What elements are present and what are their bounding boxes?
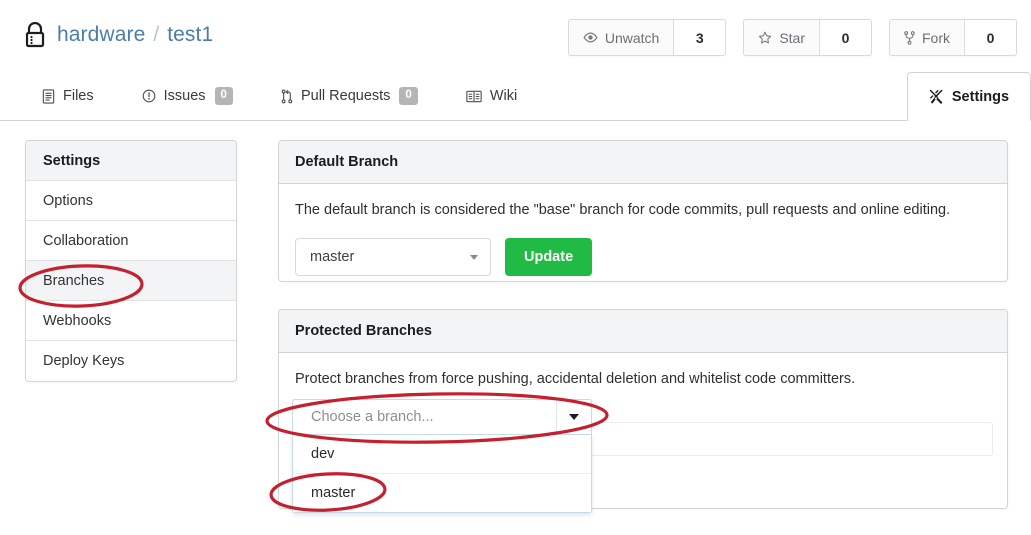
fork-button[interactable]: Fork 0 [889, 19, 1017, 56]
fork-button-main[interactable]: Fork [890, 20, 964, 55]
tab-wiki[interactable]: Wiki [466, 72, 517, 120]
tab-files-label: Files [63, 88, 94, 104]
repo-breadcrumb: hardware / test1 [24, 18, 213, 52]
file-text-icon [42, 88, 55, 104]
default-branch-select-value: master [310, 249, 355, 265]
tab-issues[interactable]: Issues 0 [142, 72, 233, 120]
star-button-main[interactable]: Star [744, 20, 819, 55]
tab-settings-label: Settings [951, 88, 1010, 105]
sidebar-item-options[interactable]: Options [26, 181, 236, 221]
tab-settings[interactable]: Settings [907, 72, 1031, 121]
repo-name-link[interactable]: test1 [167, 23, 213, 47]
repo-action-buttons: Unwatch 3 Star 0 Fork 0 [551, 19, 1017, 56]
watch-button-main[interactable]: Unwatch [568, 20, 674, 55]
tab-pull-requests-label: Pull Requests [300, 88, 391, 104]
tab-pull-requests[interactable]: Pull Requests 0 [281, 72, 418, 120]
protected-branches-panel-title: Protected Branches [279, 310, 1007, 353]
tab-files[interactable]: Files [42, 72, 94, 120]
sidebar-header: Settings [26, 141, 236, 181]
star-button[interactable]: Star 0 [743, 19, 872, 56]
sidebar-item-webhooks[interactable]: Webhooks [26, 301, 236, 341]
tab-wiki-label: Wiki [489, 88, 518, 104]
tab-issues-label: Issues [163, 88, 206, 104]
star-button-label: Star [779, 29, 805, 46]
branch-dropdown-trigger[interactable]: Choose a branch... [292, 399, 592, 435]
repo-nav-items: Files Issues 0 Pull Requests 0 Wiki [42, 72, 565, 120]
fork-button-label: Fork [922, 29, 950, 46]
breadcrumb-separator: / [153, 23, 160, 46]
branch-option-master[interactable]: master [293, 473, 591, 512]
book-icon [466, 90, 482, 103]
chevron-down-icon[interactable] [556, 400, 591, 434]
update-default-branch-button[interactable]: Update [505, 238, 593, 276]
repo-nav-bar: Files Issues 0 Pull Requests 0 Wiki Sett… [0, 72, 1031, 121]
star-count: 0 [819, 20, 871, 55]
branch-option-dev[interactable]: dev [293, 435, 591, 473]
tab-pull-requests-badge: 0 [399, 87, 418, 105]
branch-dropdown-menu: dev master [292, 435, 592, 513]
issue-opened-icon [142, 89, 156, 103]
settings-sidebar: Settings Options Collaboration Branches … [25, 140, 237, 382]
watch-button[interactable]: Unwatch 3 [567, 19, 727, 56]
branch-dropdown: Choose a branch... dev master [292, 399, 592, 513]
default-branch-form-row: master Update [295, 238, 991, 276]
star-icon [758, 31, 772, 45]
sidebar-item-branches[interactable]: Branches [26, 261, 236, 301]
git-pull-request-icon [281, 88, 293, 104]
eye-icon [583, 32, 598, 43]
repo-owner-link[interactable]: hardware [57, 23, 145, 47]
watch-button-label: Unwatch [604, 29, 660, 46]
chevron-down-icon [470, 255, 478, 260]
protected-branches-description: Protect branches from force pushing, acc… [295, 371, 856, 387]
sidebar-item-deploy-keys[interactable]: Deploy Keys [26, 341, 236, 381]
branch-dropdown-placeholder: Choose a branch... [311, 409, 434, 425]
sidebar-item-collaboration[interactable]: Collaboration [26, 221, 236, 261]
default-branch-panel-body: The default branch is considered the "ba… [279, 184, 1007, 292]
default-branch-select[interactable]: master [295, 238, 491, 276]
default-branch-panel-title: Default Branch [279, 141, 1007, 184]
fork-icon [904, 30, 915, 45]
fork-count: 0 [964, 20, 1016, 55]
tab-issues-badge: 0 [214, 87, 233, 105]
default-branch-panel: Default Branch The default branch is con… [278, 140, 1008, 282]
tools-icon [929, 89, 944, 104]
watch-count: 3 [673, 20, 726, 55]
repo-header: hardware / test1 Unwatch 3 Star 0 Fork 0 [0, 0, 1031, 72]
lock-icon [24, 22, 57, 48]
default-branch-description: The default branch is considered the "ba… [295, 202, 951, 218]
